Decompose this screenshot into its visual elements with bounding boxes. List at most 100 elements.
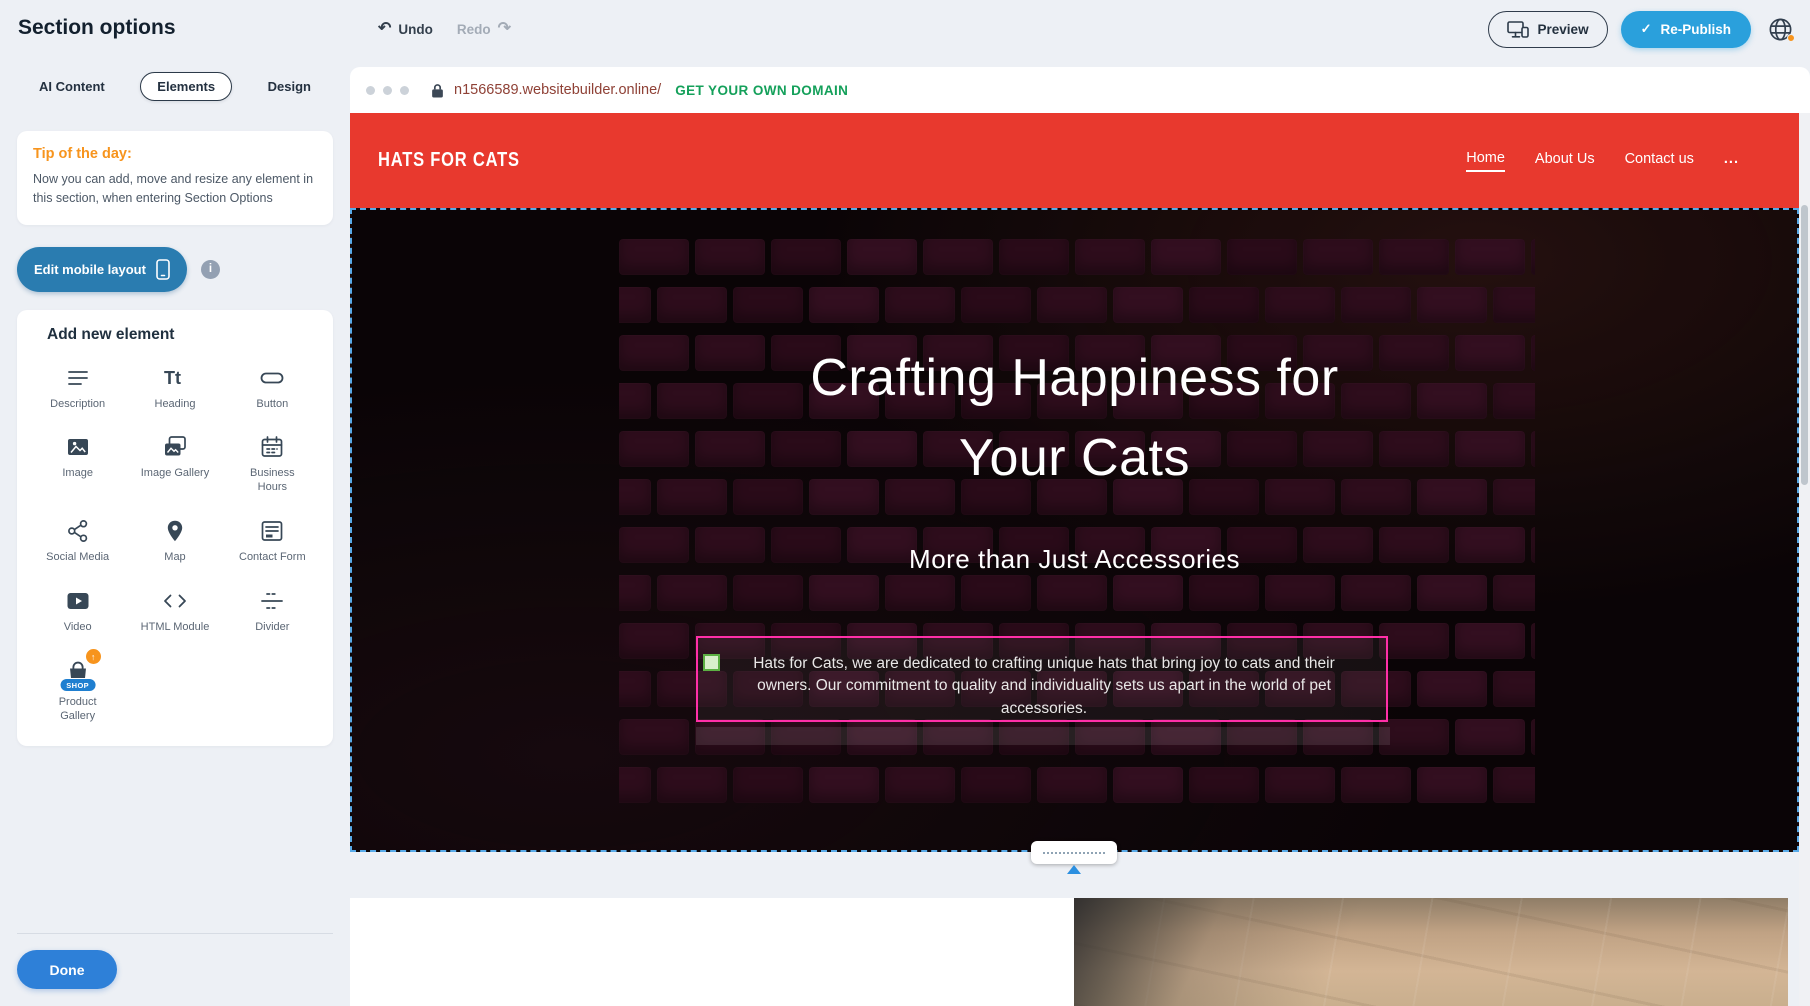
preview-button[interactable]: Preview <box>1488 11 1608 48</box>
edit-mobile-label: Edit mobile layout <box>34 262 146 277</box>
brick <box>1417 287 1487 323</box>
add-element-panel: Add new element Description Tt Heading <box>17 310 333 746</box>
next-section-white-panel <box>350 898 1074 1006</box>
brick <box>1113 767 1183 803</box>
tip-card: Tip of the day: Now you can add, move an… <box>17 131 333 225</box>
brick <box>619 287 651 323</box>
element-description[interactable]: Description <box>29 360 126 416</box>
brick <box>1493 287 1535 323</box>
section-resize-handle[interactable] <box>1031 841 1117 864</box>
brick <box>1379 239 1449 275</box>
add-element-title: Add new element <box>29 326 321 344</box>
site-url[interactable]: n1566589.websitebuilder.online/ <box>454 82 661 98</box>
brick <box>1455 623 1525 659</box>
product-gallery-icon: ↑ SHOP <box>61 656 95 690</box>
brick <box>1417 671 1487 707</box>
image-icon <box>64 433 92 461</box>
scrollbar-thumb[interactable] <box>1801 205 1808 485</box>
nav-about-us[interactable]: About Us <box>1535 151 1595 171</box>
page-title: Section options <box>18 16 176 40</box>
brick <box>619 719 689 755</box>
brick <box>733 575 803 611</box>
sidebar: AI Content Elements Design Tip of the da… <box>0 58 350 1006</box>
republish-label: Re-Publish <box>1660 22 1731 37</box>
brick <box>1455 239 1525 275</box>
notification-dot <box>1787 34 1795 42</box>
element-heading[interactable]: Tt Heading <box>126 360 223 416</box>
brick <box>961 575 1031 611</box>
brick <box>809 767 879 803</box>
element-business-hours[interactable]: Business Hours <box>224 429 321 499</box>
brick <box>1037 767 1107 803</box>
element-label: Description <box>50 398 105 412</box>
element-label: Image Gallery <box>141 467 209 481</box>
element-image-gallery[interactable]: Image Gallery <box>126 429 223 499</box>
edit-mobile-layout-button[interactable]: Edit mobile layout <box>17 247 187 292</box>
hero-title-line2: Your Cats <box>352 418 1797 498</box>
hero-title-line1: Crafting Happiness for <box>352 338 1797 418</box>
brick <box>1265 287 1335 323</box>
site-header: HATS FOR CATS Home About Us Contact us .… <box>350 113 1799 208</box>
undo-button[interactable]: ↶ Undo <box>378 21 433 37</box>
resize-dotted-line-icon <box>1043 852 1105 854</box>
social-media-icon <box>64 517 92 545</box>
upgrade-badge-icon: ↑ <box>86 649 101 664</box>
site-logo[interactable]: HATS FOR CATS <box>378 149 520 173</box>
brick <box>1189 767 1259 803</box>
brick <box>1455 719 1525 755</box>
redo-button[interactable]: Redo ↷ <box>457 21 511 37</box>
brick <box>657 575 727 611</box>
hero-title[interactable]: Crafting Happiness for Your Cats <box>352 338 1797 498</box>
brick <box>1341 287 1411 323</box>
brick <box>1151 239 1221 275</box>
divider-icon <box>258 587 286 615</box>
done-button[interactable]: Done <box>17 950 117 989</box>
tab-ai-content[interactable]: AI Content <box>23 73 121 100</box>
undo-label: Undo <box>398 22 433 37</box>
element-label: Heading <box>155 398 196 412</box>
element-divider[interactable]: Divider <box>224 583 321 639</box>
element-social-media[interactable]: Social Media <box>29 513 126 569</box>
brick <box>619 767 651 803</box>
resize-up-arrow-icon[interactable] <box>1067 865 1081 874</box>
devices-icon <box>1507 21 1529 38</box>
brick <box>1341 575 1411 611</box>
brick <box>619 623 689 659</box>
selected-text-element[interactable]: Hats for Cats, we are dedicated to craft… <box>696 636 1388 722</box>
info-icon[interactable]: i <box>201 260 220 279</box>
get-domain-link[interactable]: GET YOUR OWN DOMAIN <box>675 83 848 98</box>
brick <box>771 239 841 275</box>
brick <box>1037 575 1107 611</box>
phone-icon <box>156 259 170 280</box>
tab-elements[interactable]: Elements <box>140 72 232 101</box>
element-label: Contact Form <box>239 551 306 565</box>
nav-home[interactable]: Home <box>1466 150 1505 172</box>
tab-design[interactable]: Design <box>252 73 327 100</box>
element-image[interactable]: Image <box>29 429 126 499</box>
element-contact-form[interactable]: Contact Form <box>224 513 321 569</box>
element-map[interactable]: Map <box>126 513 223 569</box>
element-video[interactable]: Video <box>29 583 126 639</box>
element-product-gallery[interactable]: ↑ SHOP Product Gallery <box>29 652 126 728</box>
element-button[interactable]: Button <box>224 360 321 416</box>
page: Section options ↶ Undo Redo ↷ <box>0 0 1810 1006</box>
brick <box>809 575 879 611</box>
window-dots-icon <box>366 86 409 95</box>
element-label: Product Gallery <box>43 696 113 724</box>
republish-button[interactable]: ✓ Re-Publish <box>1621 11 1751 48</box>
scrollbar[interactable] <box>1799 113 1810 1006</box>
tip-title: Tip of the day: <box>33 146 317 162</box>
brick <box>733 287 803 323</box>
drag-handle[interactable] <box>703 654 720 671</box>
brick <box>1417 575 1487 611</box>
editor-canvas: n1566589.websitebuilder.online/ GET YOUR… <box>350 67 1810 1006</box>
hero-section[interactable]: Crafting Happiness for Your Cats More th… <box>350 208 1799 852</box>
hero-subtitle[interactable]: More than Just Accessories <box>352 544 1797 575</box>
undo-icon: ↶ <box>378 21 391 37</box>
brick <box>1113 287 1183 323</box>
element-label: Divider <box>255 621 289 635</box>
language-globe-button[interactable] <box>1764 13 1796 45</box>
element-html-module[interactable]: HTML Module <box>126 583 223 639</box>
nav-more-button[interactable]: ... <box>1724 151 1739 171</box>
nav-contact-us[interactable]: Contact us <box>1625 151 1694 171</box>
